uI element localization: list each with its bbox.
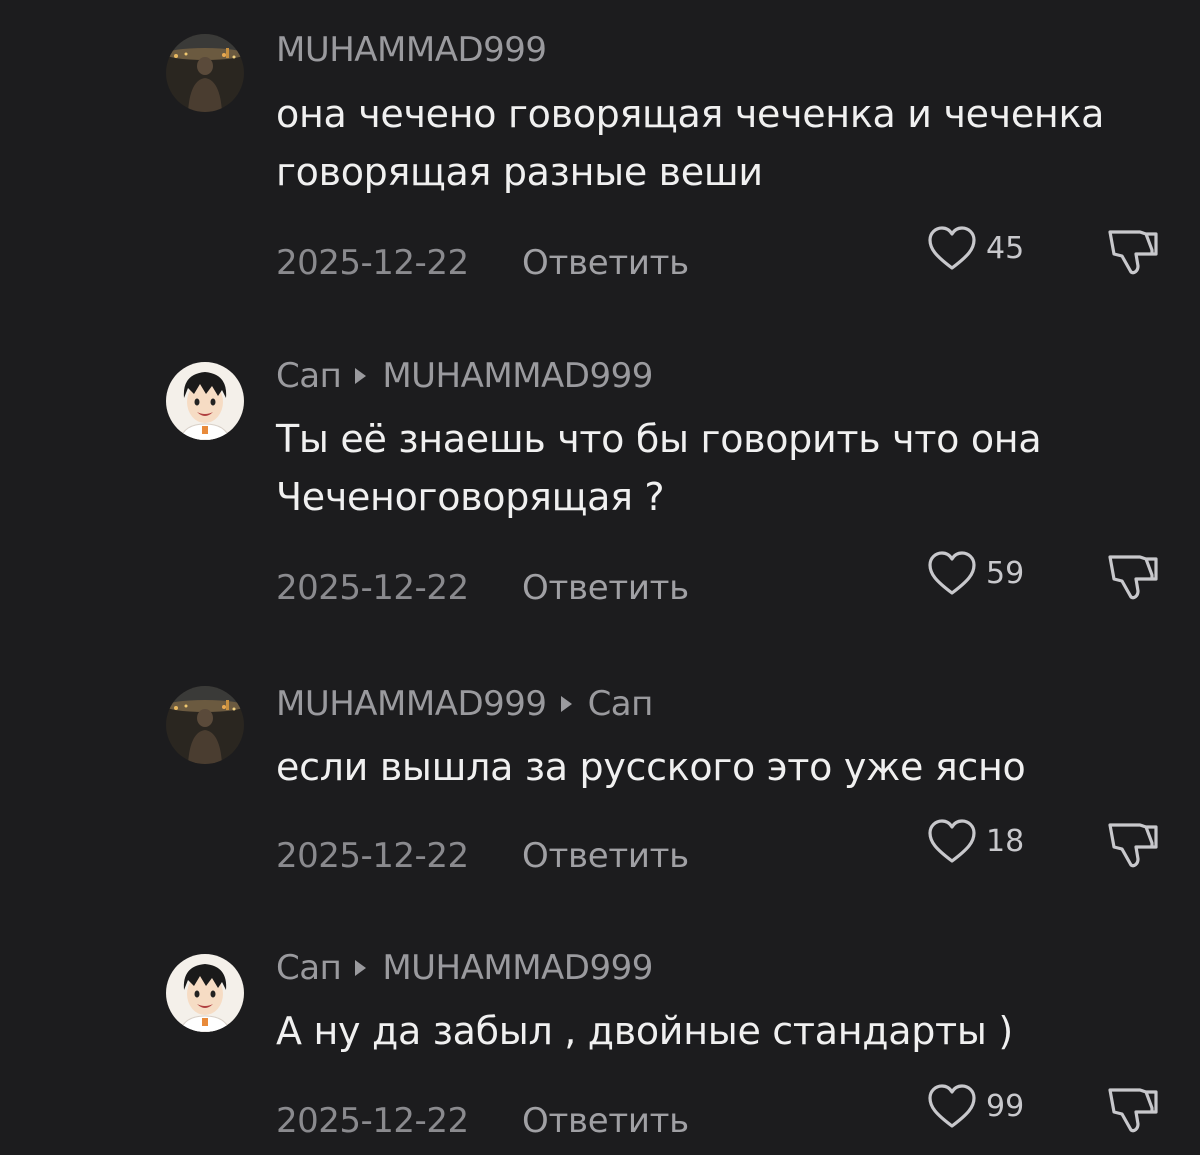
- comment-text: если вышла за русского это уже ясно: [276, 745, 1026, 789]
- author-name[interactable]: Сап: [276, 356, 342, 396]
- anime-boy-avatar-image: [166, 954, 244, 1032]
- like-button[interactable]: 59: [926, 549, 1024, 599]
- avatar[interactable]: [166, 34, 244, 112]
- author-name[interactable]: MUHAMMAD999: [276, 684, 547, 724]
- like-count: 59: [986, 556, 1025, 591]
- reply-button[interactable]: Ответить: [522, 563, 689, 613]
- avatar[interactable]: [166, 362, 244, 440]
- like-button[interactable]: 99: [926, 1082, 1024, 1132]
- thumbs-down-outline-icon[interactable]: [1104, 549, 1160, 603]
- comment-meta: MUHAMMAD999: [276, 30, 547, 70]
- comment-meta: Сап MUHAMMAD999: [276, 948, 653, 988]
- comment-date: 2025-12-22: [276, 568, 469, 608]
- night-city-avatar-image: [166, 34, 244, 112]
- like-count: 45: [986, 231, 1025, 266]
- comment-footer: 2025-12-22 Ответить 18: [276, 819, 1166, 881]
- reply-to-name[interactable]: MUHAMMAD999: [382, 356, 653, 396]
- avatar[interactable]: [166, 954, 244, 1032]
- reply-to-name[interactable]: MUHAMMAD999: [382, 948, 653, 988]
- triangle-right-icon: [355, 959, 367, 976]
- avatar[interactable]: [166, 686, 244, 764]
- anime-boy-avatar-image: [166, 362, 244, 440]
- comment-footer: 2025-12-22 Ответить 59: [276, 551, 1166, 613]
- night-city-avatar-image: [166, 686, 244, 764]
- comment-meta: Сап MUHAMMAD999: [276, 356, 653, 396]
- heart-outline-icon: [926, 818, 978, 866]
- comment-text: она чечено говорящая чеченка и чеченка г…: [276, 92, 1105, 194]
- comment-date: 2025-12-22: [276, 836, 469, 876]
- comment-date: 2025-12-22: [276, 243, 469, 283]
- thumbs-down-outline-icon[interactable]: [1104, 1082, 1160, 1136]
- reply-to-name[interactable]: Сап: [588, 684, 654, 724]
- comment-footer: 2025-12-22 Ответить 99: [276, 1084, 1166, 1146]
- author-name[interactable]: MUHAMMAD999: [276, 30, 547, 70]
- reply-button[interactable]: Ответить: [522, 1096, 689, 1146]
- triangle-right-icon: [355, 367, 367, 384]
- comment-list: MUHAMMAD999 она чечено говорящая чеченка…: [0, 0, 1200, 1155]
- heart-outline-icon: [926, 225, 978, 273]
- comment-text: А ну да забыл , двойные стандарты ): [276, 1009, 1013, 1053]
- reply-button[interactable]: Ответить: [522, 831, 689, 881]
- thumbs-down-outline-icon[interactable]: [1104, 817, 1160, 871]
- comment-text: Ты её знаешь что бы говорить что она Чеч…: [276, 417, 1042, 519]
- like-count: 18: [986, 824, 1025, 859]
- thumbs-down-outline-icon[interactable]: [1104, 224, 1160, 278]
- reply-button[interactable]: Ответить: [522, 238, 689, 288]
- heart-outline-icon: [926, 1083, 978, 1131]
- like-button[interactable]: 18: [926, 817, 1024, 867]
- like-count: 99: [986, 1089, 1025, 1124]
- comment-footer: 2025-12-22 Ответить 45: [276, 226, 1166, 288]
- heart-outline-icon: [926, 550, 978, 598]
- comment-meta: MUHAMMAD999 Сап: [276, 684, 653, 724]
- triangle-right-icon: [560, 695, 572, 712]
- like-button[interactable]: 45: [926, 224, 1024, 274]
- author-name[interactable]: Сап: [276, 948, 342, 988]
- comment-date: 2025-12-22: [276, 1101, 469, 1141]
